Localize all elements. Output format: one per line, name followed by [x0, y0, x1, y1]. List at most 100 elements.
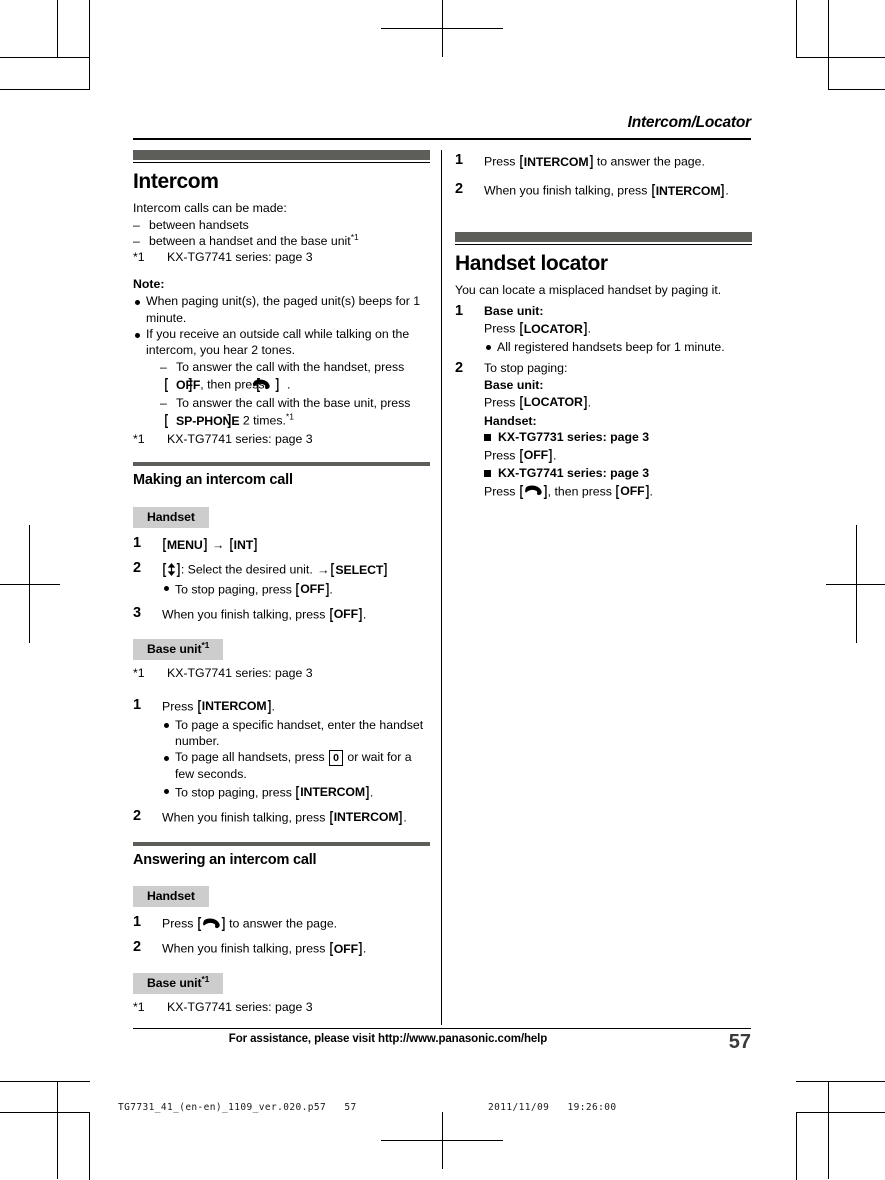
section-bar-rule-intercom: [133, 162, 430, 164]
manual-page: Intercom/Locator Intercom Intercom calls…: [0, 0, 885, 1180]
key-off: [OFF]: [329, 940, 363, 958]
step-number: 2: [133, 939, 142, 956]
list-item: 2 When you finish talking, press [INTERC…: [455, 180, 729, 199]
series-head-7741: KX-TG7741 series: page 3: [484, 465, 752, 481]
print-slug-right: 2011/11/09 19:26:00: [488, 1102, 617, 1113]
footnote-ref: *1: [285, 411, 294, 422]
step-number: 1: [133, 914, 142, 931]
intercom-dash-item-1: – between handsets: [133, 217, 249, 232]
page-number: 57: [728, 1031, 751, 1053]
crop-mark-top-right-h2: [828, 89, 885, 90]
key-off: [OFF]: [329, 605, 363, 623]
list-item: – To answer the call with the handset, pr…: [160, 359, 405, 394]
list-item: 1 Press [] to answer the page.: [133, 914, 338, 933]
crop-mark-bottom-left-h1: [0, 1081, 90, 1082]
locator-intro: You can locate a misplaced handset by pa…: [455, 283, 722, 298]
key-talk: []: [519, 482, 548, 500]
left-column: Intercom Intercom calls can be made: – be…: [133, 150, 430, 1016]
key-off: [OFF]: [164, 376, 201, 394]
section-bar-handset-locator: [455, 231, 752, 242]
step-number: 1: [455, 152, 464, 168]
step-number: 1: [455, 302, 464, 319]
key-intercom: [INTERCOM]: [651, 181, 725, 199]
crop-mark-top-left-h2: [0, 89, 90, 90]
talk-handset-icon: [524, 484, 542, 496]
list-item: 2 When you finish talking, press [OFF].: [133, 939, 367, 958]
list-item: 2 []: Select the desired unit. → [SELECT]…: [133, 560, 430, 600]
keypad-zero-icon: 0: [329, 750, 343, 767]
crop-mark-bottom-right-h2: [796, 1112, 885, 1113]
key-intercom: [INTERCOM]: [295, 783, 370, 801]
column-divider: [441, 150, 442, 1025]
list-item: 1 Press [INTERCOM]. To page a specific h…: [133, 697, 430, 803]
crop-mark-bottom-right-h1: [796, 1081, 885, 1082]
list-item: 3 When you finish talking, press [OFF].: [133, 604, 367, 623]
key-talk: []: [197, 915, 226, 933]
locator-step1-bullets: All registered handsets beep for 1 minut…: [484, 339, 752, 355]
label-handset: Handset:: [484, 413, 537, 428]
intercom-footnote-2: *1 KX-TG7741 series: page 3: [133, 432, 313, 447]
registration-crosshair-top-h: [381, 28, 503, 29]
heading-intercom: Intercom: [133, 170, 219, 194]
intercom-dash-item-2: – between a handset and the base unit*1: [133, 231, 359, 249]
section-bar-rule-handset-locator: [455, 243, 752, 246]
list-item: To page all handsets, press 0 or wait fo…: [162, 749, 430, 782]
key-sp-phone: [SP-PHONE]: [164, 412, 240, 430]
heading-making-intercom-call: Making an intercom call: [133, 472, 293, 489]
list-item: 1 Press [INTERCOM] to answer the page.: [455, 152, 705, 170]
crop-mark-top-left-v2: [89, 0, 90, 90]
step2-bullets: To stop paging, press [OFF].: [162, 580, 430, 600]
registration-crosshair-right-h: [826, 584, 885, 585]
crop-mark-bottom-left-h2: [0, 1112, 90, 1113]
footnote-ref: *1: [350, 231, 359, 242]
talk-handset-icon: [202, 917, 220, 928]
step-number: 2: [133, 559, 142, 576]
tag-handset-answering: Handset: [133, 886, 209, 908]
steps-answering-handset: 1 Press [] to answer the page. 2 When yo…: [133, 914, 430, 959]
section-intercom: Intercom Intercom calls can be made: – be…: [133, 150, 430, 448]
series-head-7731: KX-TG7731 series: page 3: [484, 429, 752, 445]
answering-base-footnote: *1 KX-TG7741 series: page 3: [133, 1000, 313, 1015]
crop-mark-top-left-v1: [57, 0, 58, 58]
steps-handset-locator: 1 Base unit: Press [LOCATOR]. All regist…: [455, 303, 752, 502]
label-base-unit: Base unit:: [484, 377, 544, 392]
step-number: 1: [133, 696, 142, 713]
key-off: [OFF]: [616, 482, 649, 500]
registration-crosshair-bottom-h: [381, 1140, 503, 1141]
subsection-bar-making: [133, 462, 430, 467]
intercom-footnote-1: *1 KX-TG7741 series: page 3: [133, 250, 313, 265]
key-talk: []: [253, 376, 287, 393]
crop-mark-bottom-right-v1: [828, 1081, 829, 1179]
section-answering-intercom-call: Answering an intercom call Handset 1 Pre…: [133, 841, 430, 1017]
running-head: Intercom/Locator: [627, 114, 752, 131]
list-item: When paging unit(s), the paged unit(s) b…: [133, 293, 430, 326]
list-item: All registered handsets beep for 1 minut…: [484, 339, 752, 355]
list-item: 2 When you finish talking, press [INTERC…: [133, 807, 407, 826]
list-item: 2 To stop paging: Base unit: Press [LOCA…: [455, 360, 752, 502]
tag-handset-making: Handset: [133, 507, 209, 528]
running-head-rule: [133, 138, 751, 140]
key-locator: [LOCATOR]: [519, 393, 587, 411]
intercom-intro: Intercom calls can be made:: [133, 201, 287, 216]
crop-mark-bottom-left-v2: [89, 1112, 90, 1180]
steps-making-base: 1 Press [INTERCOM]. To page a specific h…: [133, 697, 430, 828]
up-down-arrow-icon: [167, 562, 176, 576]
step-number: 2: [455, 360, 464, 377]
crop-mark-top-right-v2: [828, 0, 829, 90]
footer-rule: [133, 1028, 751, 1030]
print-slug-left: TG7731_41_(en-en)_1109_ver.020.p57 57: [118, 1102, 357, 1113]
arrow-icon: →: [317, 562, 330, 577]
key-navigator: []: [162, 560, 181, 578]
label-base-unit: Base unit:: [484, 303, 544, 318]
step-number: 2: [133, 807, 142, 824]
arrow-icon: →: [212, 537, 225, 552]
key-off: [OFF]: [519, 446, 553, 464]
right-column: 1 Press [INTERCOM] to answer the page. 2…: [455, 150, 752, 507]
list-item: 1 [MENU] → [INT]: [133, 535, 430, 555]
key-intercom: [INTERCOM]: [197, 697, 271, 715]
list-item: – To answer the call with the base unit, …: [160, 396, 411, 430]
key-off: [OFF]: [295, 580, 329, 598]
intercom-note-bullets: When paging unit(s), the paged unit(s) b…: [133, 293, 430, 431]
steps-making-handset: 1 [MENU] → [INT] 2 []: Select the desire…: [133, 535, 430, 625]
key-int: [INT]: [229, 536, 258, 553]
